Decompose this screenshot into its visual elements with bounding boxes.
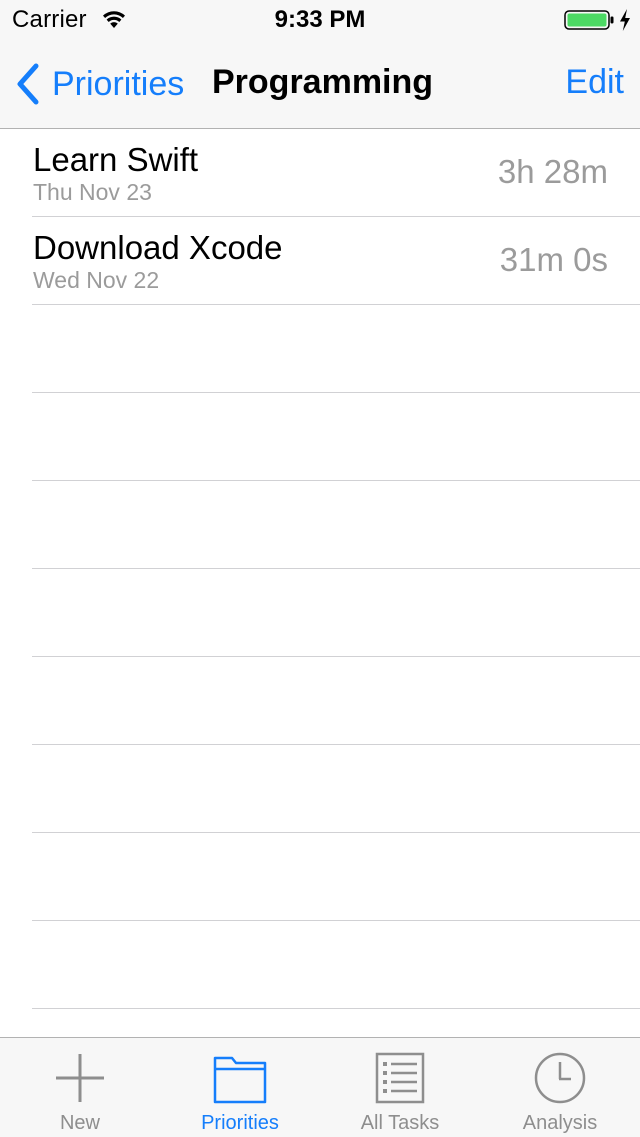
top-bar: Carrier 9:33 PM Priorities Programming E… [0,0,640,129]
empty-row [32,833,640,921]
tab-bar: New Priorities All Tasks Analysis [0,1037,640,1137]
back-button[interactable]: Priorities [14,62,184,106]
task-duration: 3h 28m [497,153,608,190]
chevron-left-icon [17,63,39,105]
back-button-label: Priorities [52,64,185,103]
tab-priorities[interactable]: Priorities [160,1038,320,1137]
empty-row [32,745,640,833]
charging-bolt-icon [618,8,632,32]
empty-row [32,1009,640,1035]
folder-icon [213,1056,267,1104]
task-list: Learn Swift Thu Nov 23 3h 28m Download X… [0,129,640,1035]
empty-row [32,305,640,393]
status-bar: Carrier 9:33 PM [0,0,640,40]
empty-row [32,921,640,1009]
tab-label: All Tasks [360,1112,440,1134]
edit-button[interactable]: Edit [565,63,624,102]
task-title: Learn Swift [33,141,199,178]
tab-label: Analysis [522,1112,598,1134]
empty-row [32,657,640,745]
task-title: Download Xcode [33,229,283,266]
empty-row [32,481,640,569]
navigation-bar: Priorities Programming Edit [0,40,640,128]
task-row[interactable]: Learn Swift Thu Nov 23 3h 28m [32,129,640,217]
battery-icon [564,10,614,30]
tab-new[interactable]: New [0,1038,160,1137]
clock-icon [534,1052,586,1104]
tab-label: New [59,1112,100,1134]
task-duration: 31m 0s [499,241,608,278]
task-date: Thu Nov 23 [33,179,152,205]
page-title: Programming [212,63,434,101]
plus-icon [56,1054,104,1102]
empty-row [32,569,640,657]
tab-label: Priorities [201,1112,279,1134]
list-icon [375,1052,425,1104]
task-row[interactable]: Download Xcode Wed Nov 22 31m 0s [32,217,640,305]
task-date: Wed Nov 22 [33,267,160,293]
status-time: 9:33 PM [274,6,366,33]
tab-analysis[interactable]: Analysis [480,1038,640,1137]
tab-all-tasks[interactable]: All Tasks [320,1038,480,1137]
empty-row [32,393,640,481]
